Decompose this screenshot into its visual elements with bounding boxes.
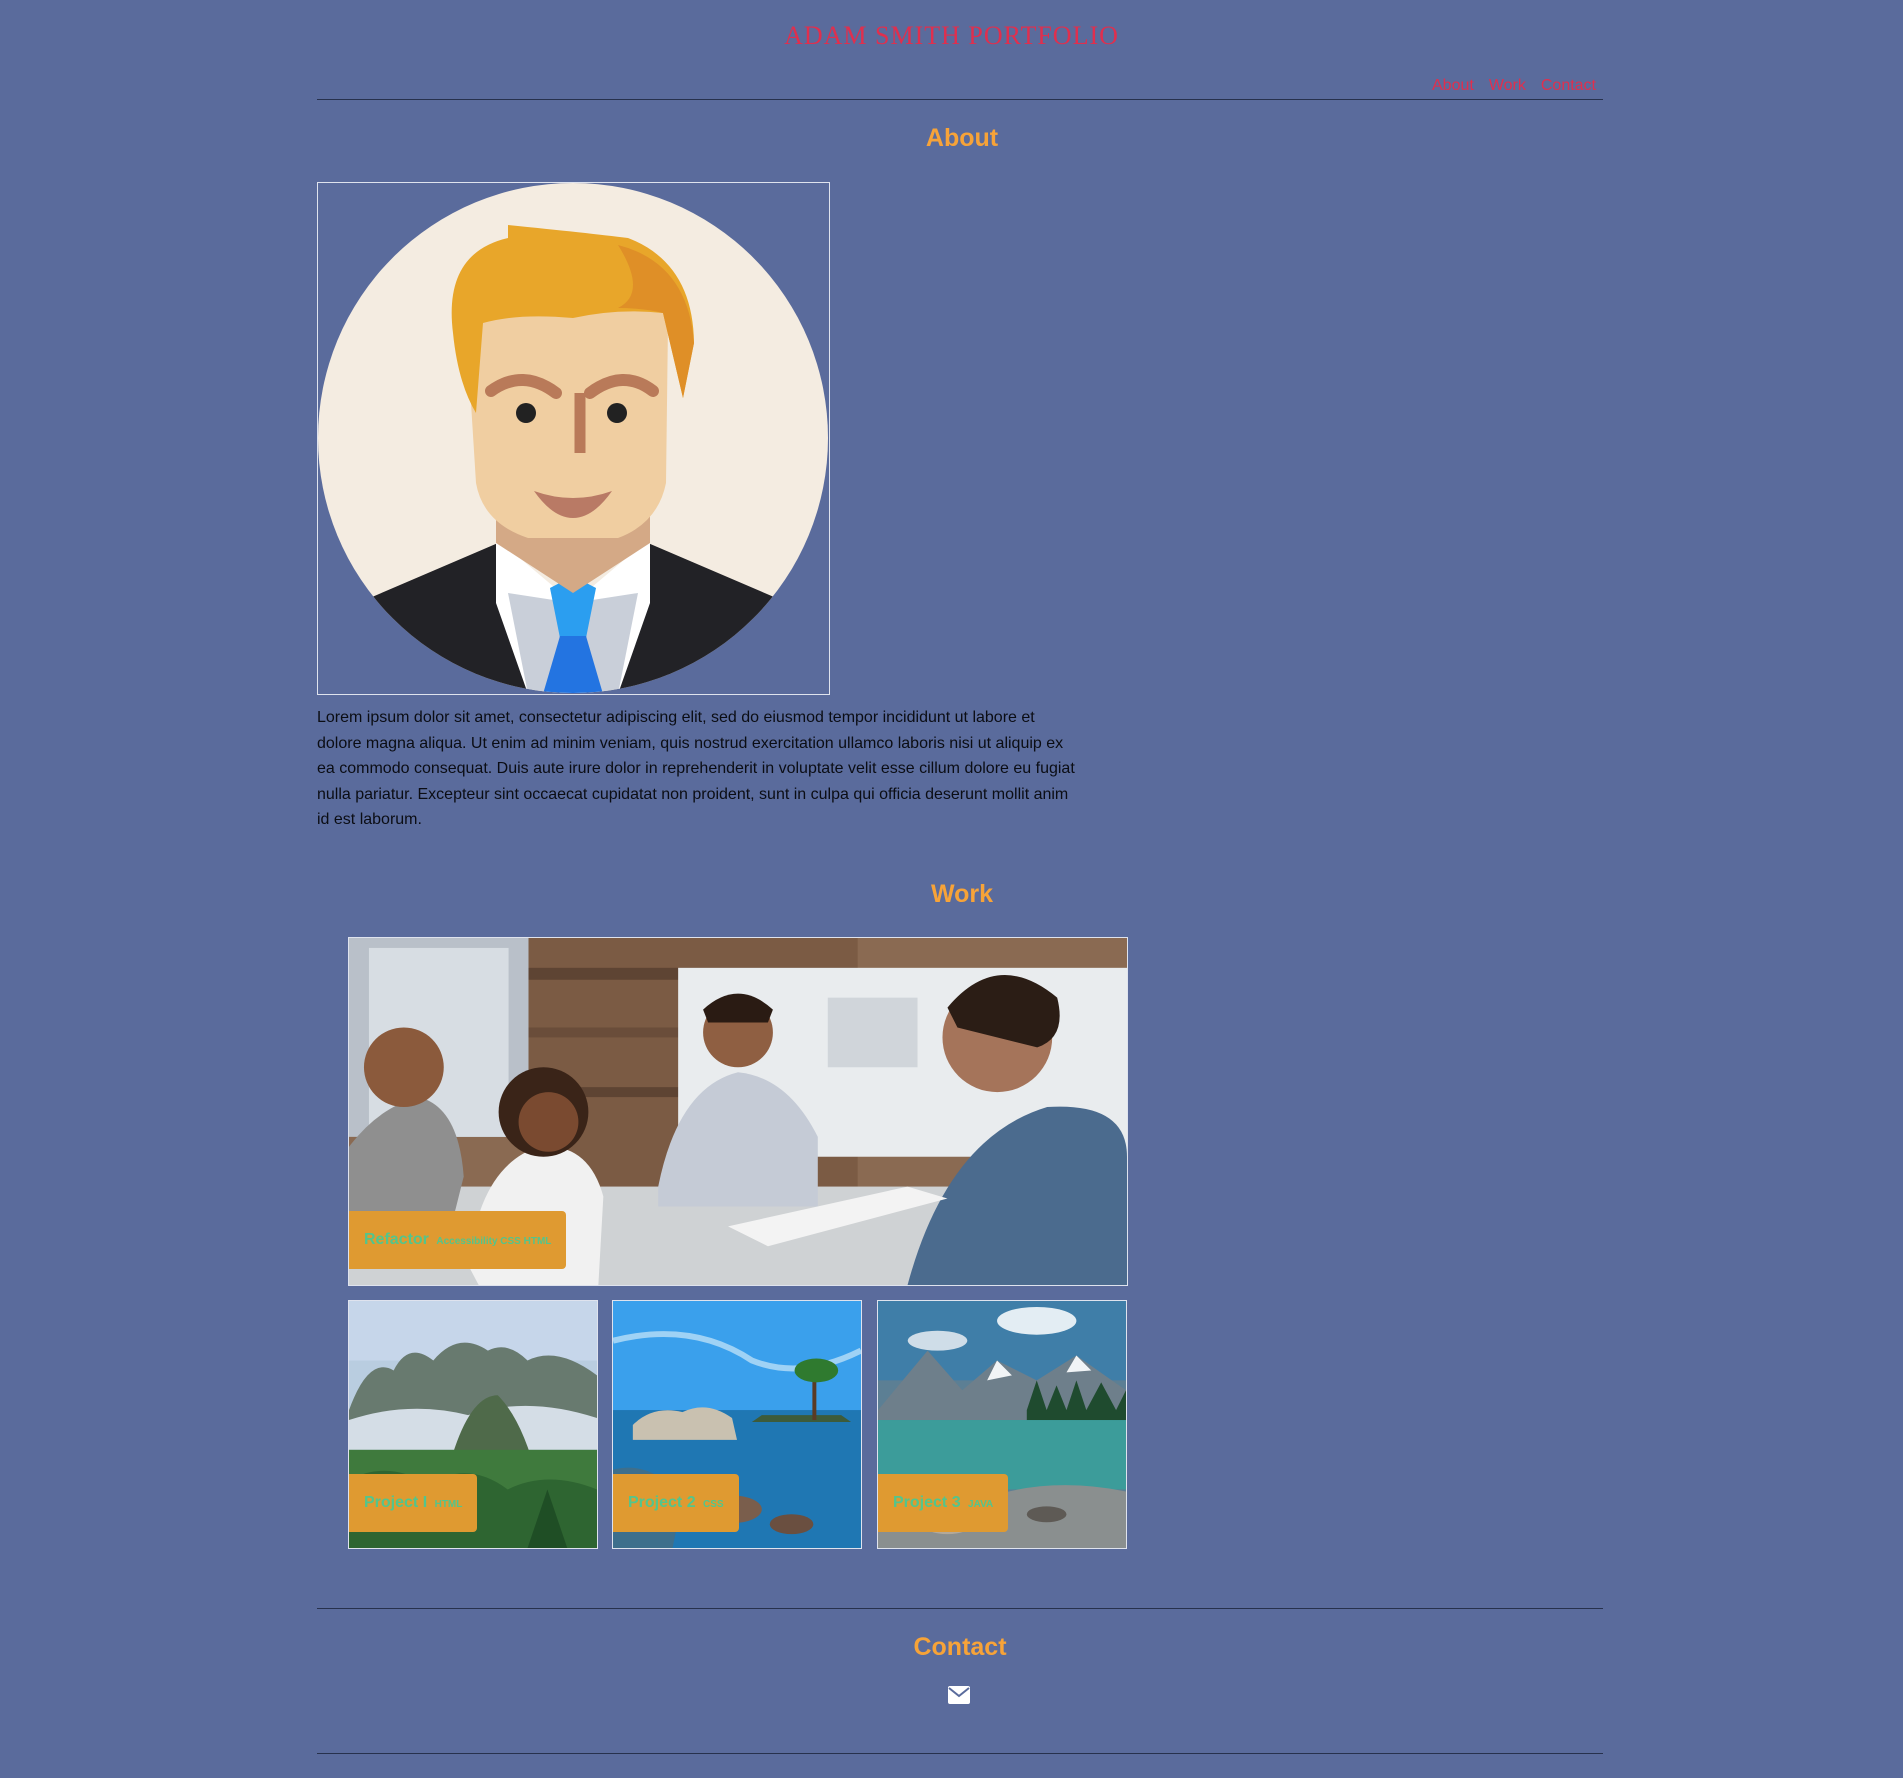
about-heading: About	[925, 124, 999, 152]
work-heading: Work	[930, 880, 994, 908]
project-1-title: Project I	[364, 1494, 428, 1511]
about-bio: Lorem ipsum dolor sit amet, consectetur …	[317, 709, 1075, 828]
project-card-1[interactable]: Project I HTML	[348, 1300, 598, 1549]
project-1-tech: HTML	[434, 1499, 463, 1510]
nav-link-contact[interactable]: Contact	[1541, 76, 1596, 96]
project-2-label: Project 2 CSS	[613, 1474, 739, 1532]
project-2-tech: CSS	[703, 1499, 724, 1510]
featured-project-tech: Accessibility CSS HTML	[436, 1236, 552, 1247]
main-nav: About Work Contact	[1432, 76, 1596, 96]
footer-divider	[317, 1753, 1603, 1754]
nav-link-work[interactable]: Work	[1489, 76, 1526, 96]
avatar-illustration	[318, 183, 828, 693]
featured-project-title: Refactor	[364, 1231, 429, 1248]
project-1-label: Project I HTML	[349, 1474, 478, 1532]
project-2-title: Project 2	[628, 1494, 696, 1511]
work-divider	[317, 1608, 1603, 1609]
nav-link-about[interactable]: About	[1432, 76, 1474, 96]
project-3-tech: JAVA	[968, 1499, 994, 1510]
site-title: ADAM SMITH PORTFOLIO	[784, 21, 1119, 50]
featured-project-card[interactable]: Refactor Accessibility CSS HTML	[348, 937, 1128, 1286]
header-divider	[317, 99, 1603, 100]
featured-project-label: Refactor Accessibility CSS HTML	[349, 1211, 567, 1269]
portrait-image	[317, 182, 830, 695]
project-card-3[interactable]: Project 3 JAVA	[877, 1300, 1127, 1549]
envelope-icon[interactable]	[948, 1686, 970, 1704]
project-3-label: Project 3 JAVA	[878, 1474, 1009, 1532]
contact-heading: Contact	[913, 1633, 1007, 1661]
project-3-title: Project 3	[893, 1494, 961, 1511]
project-card-2[interactable]: Project 2 CSS	[612, 1300, 862, 1549]
